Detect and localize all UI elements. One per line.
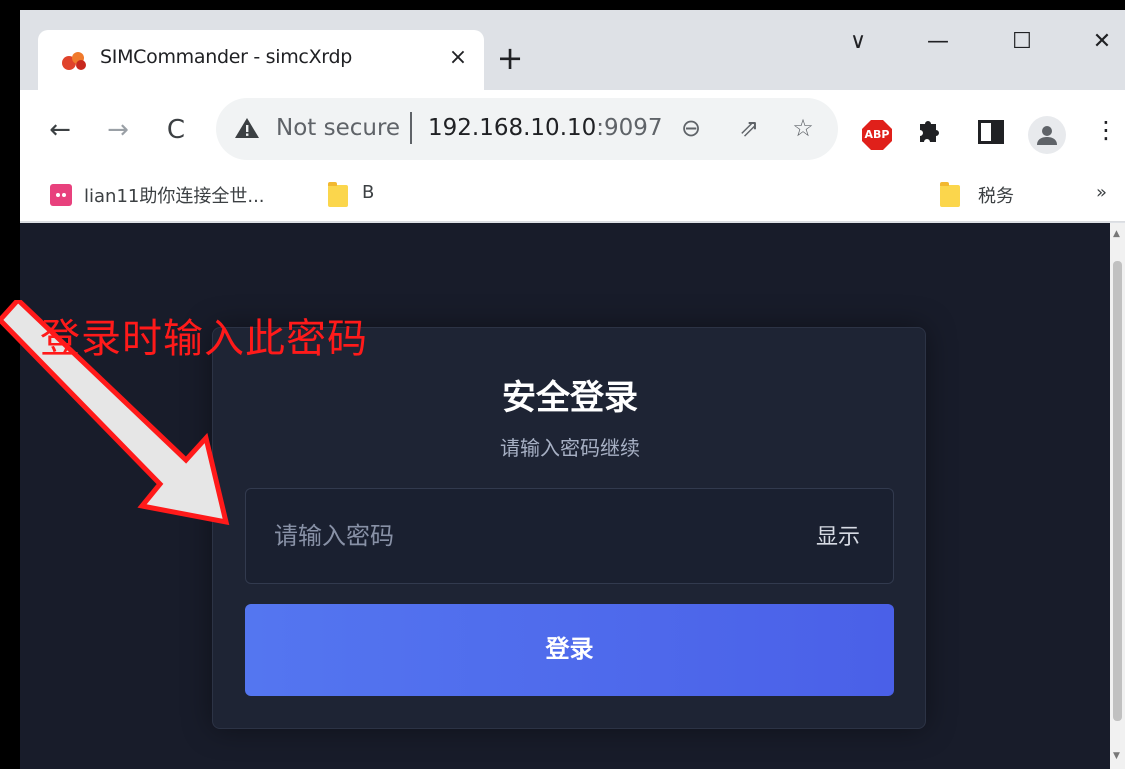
- annotation-text: 登录时输入此密码: [40, 316, 368, 362]
- password-input[interactable]: [246, 489, 786, 583]
- bookmark-folder-b[interactable]: B: [362, 182, 374, 210]
- profile-avatar[interactable]: [1028, 116, 1066, 154]
- minimize-button[interactable]: —: [918, 24, 958, 60]
- url-host: 192.168.10.10: [428, 115, 597, 141]
- abp-label: ABP: [864, 128, 890, 141]
- not-secure-label[interactable]: Not secure: [276, 115, 400, 141]
- extensions-puzzle-icon[interactable]: [914, 116, 942, 144]
- login-button[interactable]: 登录: [245, 604, 894, 696]
- adblock-plus-icon[interactable]: ABP: [862, 120, 892, 150]
- scroll-up-icon[interactable]: ▲: [1113, 229, 1120, 239]
- lian11-favicon-icon: [50, 184, 72, 206]
- bookmark-folder-tax[interactable]: 税务: [978, 182, 1014, 210]
- new-tab-button[interactable]: +: [492, 40, 528, 76]
- bookmarks-bar: lian11助你连接全世... B 税务 »: [20, 170, 1125, 222]
- profile-person-icon: [1037, 126, 1057, 145]
- show-password-toggle[interactable]: 显示: [816, 519, 860, 551]
- url-text[interactable]: 192.168.10.10:9097: [428, 115, 663, 141]
- share-icon[interactable]: ⇗: [732, 111, 766, 145]
- side-panel-icon[interactable]: [978, 120, 1004, 144]
- tab-bar: SIMCommander - simcXrdp × + ∨ — ☐ ✕: [20, 10, 1125, 100]
- tab-search-dropdown-icon[interactable]: ∨: [838, 24, 878, 60]
- simcommander-favicon-icon: [62, 52, 86, 70]
- browser-toolbar: ← → C Not secure 192.168.10.10:9097 ⊖ ⇗ …: [20, 90, 1125, 170]
- back-button[interactable]: ←: [40, 110, 80, 150]
- url-port: :9097: [596, 115, 663, 141]
- password-field[interactable]: 显示: [245, 488, 894, 584]
- scroll-down-icon[interactable]: ▼: [1113, 751, 1120, 761]
- folder-icon: [328, 182, 348, 207]
- reload-button[interactable]: C: [156, 110, 196, 150]
- login-title: 安全登录: [502, 378, 638, 418]
- bookmark-star-icon[interactable]: ☆: [786, 111, 820, 145]
- tab-close-icon[interactable]: ×: [442, 42, 474, 74]
- folder-icon: [940, 182, 960, 207]
- address-separator: [410, 112, 412, 144]
- browser-menu-icon[interactable]: ⋮: [1086, 110, 1125, 150]
- close-window-button[interactable]: ✕: [1082, 24, 1122, 60]
- scrollbar-thumb[interactable]: [1113, 261, 1122, 721]
- zoom-icon[interactable]: ⊖: [674, 111, 708, 145]
- bookmarks-overflow-icon[interactable]: »: [1096, 182, 1107, 210]
- login-card: 安全登录 请输入密码继续 显示 登录: [212, 327, 926, 729]
- screenshot-frame: SIMCommander - simcXrdp × + ∨ — ☐ ✕ ← → …: [0, 0, 1125, 769]
- page-scrollbar[interactable]: ▲ ▼: [1110, 223, 1125, 769]
- tab-title: SIMCommander - simcXrdp: [100, 46, 352, 68]
- forward-button[interactable]: →: [98, 110, 138, 150]
- maximize-button[interactable]: ☐: [1002, 24, 1042, 60]
- address-bar[interactable]: Not secure 192.168.10.10:9097 ⊖ ⇗ ☆: [216, 98, 838, 160]
- warning-triangle-icon: [235, 118, 259, 138]
- login-subtitle: 请输入密码继续: [500, 436, 640, 460]
- bookmark-lian11[interactable]: lian11助你连接全世...: [84, 182, 265, 210]
